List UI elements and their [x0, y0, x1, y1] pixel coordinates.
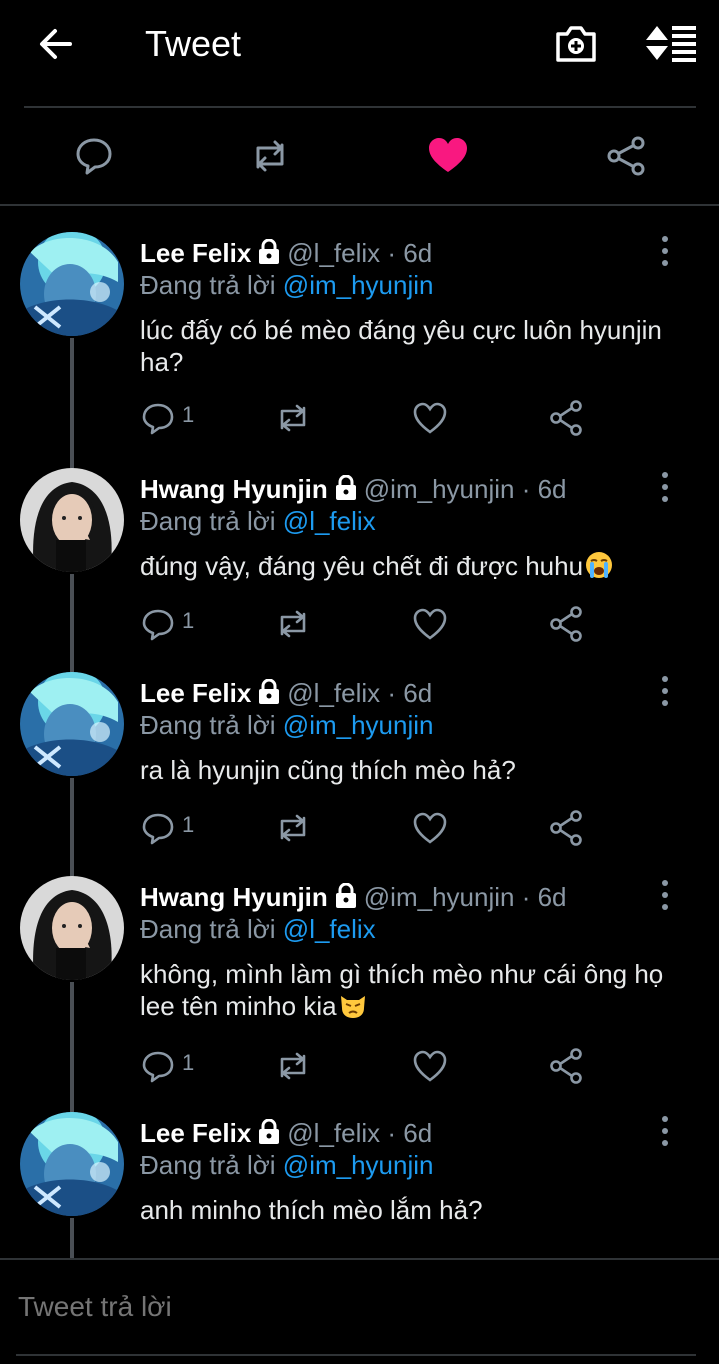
tweet-actions: 1 [140, 1046, 600, 1086]
mention-link[interactable]: @l_felix [283, 506, 376, 536]
replying-to: Đang trả lời @l_felix [140, 506, 376, 536]
replying-to: Đang trả lời @im_hyunjin [140, 270, 434, 300]
reply-icon[interactable] [140, 1046, 176, 1086]
sort-icon[interactable] [644, 20, 698, 68]
reply-count: 1 [182, 1050, 195, 1075]
like-filled-icon[interactable] [427, 135, 469, 177]
tweet-actions: 1 [140, 398, 600, 438]
lock-icon [335, 883, 356, 908]
reply-icon[interactable] [140, 398, 176, 438]
mention-link[interactable]: @l_felix [283, 914, 376, 944]
avatar[interactable] [20, 468, 124, 572]
pouting-cat-face-icon [340, 996, 365, 1018]
reply-count: 1 [182, 402, 195, 427]
share-icon[interactable] [548, 398, 584, 438]
avatar[interactable] [20, 232, 124, 336]
more-options-icon[interactable] [656, 234, 674, 268]
tweet-actions: 1 [140, 604, 600, 644]
reply-input[interactable] [16, 1284, 700, 1330]
tweet-meta: Lee Felix @l_felix · 6d [140, 1118, 433, 1148]
author-handle: @l_felix [287, 238, 381, 268]
tweet-text: anh minho thích mèo lắm hả? [140, 1195, 483, 1225]
retweet-icon[interactable] [274, 398, 312, 438]
lock-icon [259, 1119, 280, 1144]
author-name[interactable]: Hwang Hyunjin [140, 474, 328, 504]
tweet-text: không, mình làm gì thích mèo như cái ông… [140, 959, 664, 1021]
reply-count: 1 [182, 608, 195, 633]
section-divider [0, 204, 719, 206]
replying-to: Đang trả lời @im_hyunjin [140, 1150, 434, 1180]
tweet[interactable]: Hwang Hyunjin @im_hyunjin · 6d Đang trả l… [0, 468, 719, 668]
avatar[interactable] [20, 672, 124, 776]
camera-icon[interactable] [552, 20, 600, 68]
timestamp: 6d [403, 1118, 433, 1148]
timestamp: 6d [537, 882, 567, 912]
tweet-text: lúc đấy có bé mèo đáng yêu cực luôn hyun… [140, 315, 662, 377]
tweet-action-bar [0, 108, 719, 204]
lock-icon [335, 475, 356, 500]
reply-compose-bar [0, 1258, 719, 1364]
mention-link[interactable]: @im_hyunjin [283, 270, 434, 300]
author-handle: @im_hyunjin [363, 882, 515, 912]
retweet-icon[interactable] [274, 1046, 312, 1086]
author-name[interactable]: Hwang Hyunjin [140, 882, 328, 912]
more-options-icon[interactable] [656, 470, 674, 504]
loudly-crying-face-icon [586, 552, 613, 578]
mention-link[interactable]: @im_hyunjin [283, 1150, 434, 1180]
timestamp: 6d [403, 238, 433, 268]
reply-count: 1 [182, 812, 195, 837]
mention-link[interactable]: @im_hyunjin [283, 710, 434, 740]
share-icon[interactable] [605, 135, 647, 177]
timestamp: 6d [403, 678, 433, 708]
reply-icon[interactable] [140, 604, 176, 644]
retweet-icon[interactable] [249, 135, 291, 177]
share-icon[interactable] [548, 1046, 584, 1086]
retweet-icon[interactable] [274, 604, 312, 644]
retweet-icon[interactable] [274, 808, 312, 848]
tweet-meta: Lee Felix @l_felix · 6d [140, 238, 433, 268]
like-icon[interactable] [412, 808, 448, 848]
reply-icon[interactable] [140, 808, 176, 848]
tweet-text: ra là hyunjin cũng thích mèo hả? [140, 755, 516, 785]
tweet-meta: Hwang Hyunjin @im_hyunjin · 6d [140, 882, 567, 912]
share-icon[interactable] [548, 808, 584, 848]
avatar[interactable] [20, 1112, 124, 1216]
share-icon[interactable] [548, 604, 584, 644]
tweet-actions: 1 [140, 808, 600, 848]
replying-to: Đang trả lời @l_felix [140, 914, 376, 944]
author-handle: @l_felix [287, 1118, 381, 1148]
author-handle: @l_felix [287, 678, 381, 708]
timestamp: 6d [537, 474, 567, 504]
replying-to: Đang trả lời @im_hyunjin [140, 710, 434, 740]
lock-icon [259, 239, 280, 264]
author-handle: @im_hyunjin [363, 474, 515, 504]
page-title: Tweet [145, 23, 242, 64]
lock-icon [259, 679, 280, 704]
comment-icon[interactable] [73, 135, 115, 177]
tweet[interactable]: Lee Felix @l_felix · 6d Đang trả lời @im_… [0, 232, 719, 436]
tweet[interactable]: Lee Felix @l_felix · 6d Đang trả lời @im_… [0, 672, 719, 872]
back-arrow-icon[interactable] [34, 22, 78, 66]
more-options-icon[interactable] [656, 1114, 674, 1148]
author-name[interactable]: Lee Felix [140, 238, 251, 268]
author-name[interactable]: Lee Felix [140, 678, 251, 708]
tweet-meta: Hwang Hyunjin @im_hyunjin · 6d [140, 474, 567, 504]
like-icon[interactable] [412, 398, 448, 438]
like-icon[interactable] [412, 1046, 448, 1086]
tweet-text: đúng vậy, đáng yêu chết đi được huhu [140, 550, 680, 582]
more-options-icon[interactable] [656, 674, 674, 708]
like-icon[interactable] [412, 604, 448, 644]
tweet[interactable]: Hwang Hyunjin @im_hyunjin · 6d Đang trả l… [0, 876, 719, 1084]
tweet-meta: Lee Felix @l_felix · 6d [140, 678, 433, 708]
author-name[interactable]: Lee Felix [140, 1118, 251, 1148]
avatar[interactable] [20, 876, 124, 980]
more-options-icon[interactable] [656, 878, 674, 912]
top-app-bar: Tweet [0, 0, 719, 108]
